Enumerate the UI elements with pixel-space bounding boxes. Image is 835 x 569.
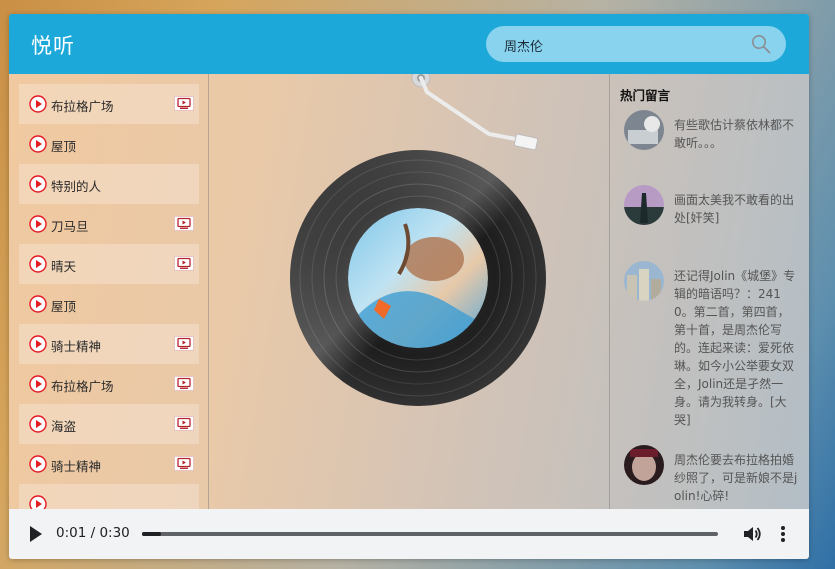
- play-circle-icon[interactable]: [29, 295, 47, 313]
- mv-icon[interactable]: [174, 96, 194, 111]
- song-title: 骑士精神: [51, 339, 102, 354]
- mv-icon[interactable]: [174, 256, 194, 271]
- avatar: [624, 261, 664, 301]
- song-item[interactable]: 屋顶: [19, 124, 199, 164]
- comment-text: 有些歌估计蔡依林都不敢听。。。: [674, 118, 795, 150]
- avatar: [624, 185, 664, 225]
- volume-icon[interactable]: [742, 524, 762, 544]
- song-title: 布拉格广场: [51, 99, 114, 114]
- tonearm: [411, 74, 539, 151]
- turntable-graphic: [290, 74, 546, 406]
- play-circle-icon[interactable]: [29, 215, 47, 233]
- song-title: 骑士精神: [51, 459, 102, 474]
- search-input[interactable]: [502, 33, 736, 57]
- mv-icon[interactable]: [174, 456, 194, 471]
- mv-icon[interactable]: [174, 336, 194, 351]
- header-bar: 悦听: [9, 14, 809, 74]
- song-item[interactable]: 刀马旦: [19, 204, 199, 244]
- hot-comments-panel: 热门留言 有些歌估计蔡依林都不敢听。。。 画面太美我不敢看的出处[奸笑] 还记得…: [609, 74, 809, 509]
- song-item[interactable]: 晴天: [19, 244, 199, 284]
- audio-player: 0:01 / 0:30: [9, 509, 809, 559]
- search-icon[interactable]: [751, 34, 771, 54]
- avatar: [624, 110, 664, 150]
- mv-icon[interactable]: [174, 216, 194, 231]
- comments-title: 热门留言: [620, 88, 671, 103]
- app-logo: 悦听: [31, 34, 75, 58]
- song-item[interactable]: [19, 484, 199, 509]
- play-circle-icon[interactable]: [29, 375, 47, 393]
- comment-text: 画面太美我不敢看的出处[奸笑]: [674, 193, 795, 225]
- song-title: 海盗: [51, 419, 77, 434]
- time-display: 0:01 / 0:30: [56, 525, 130, 541]
- play-circle-icon[interactable]: [29, 495, 47, 509]
- song-title: 屋顶: [51, 139, 77, 154]
- play-circle-icon[interactable]: [29, 455, 47, 473]
- song-list: 布拉格广场 屋顶 特别的人 刀马旦 晴天 屋顶 骑士精神 布拉格广场 海盗 骑士…: [9, 74, 209, 509]
- play-circle-icon[interactable]: [29, 415, 47, 433]
- song-title: 屋顶: [51, 299, 77, 314]
- more-options-icon[interactable]: [779, 524, 787, 544]
- song-item[interactable]: 特别的人: [19, 164, 199, 204]
- mv-icon[interactable]: [174, 416, 194, 431]
- play-circle-icon[interactable]: [29, 135, 47, 153]
- song-item[interactable]: 屋顶: [19, 284, 199, 324]
- song-item[interactable]: 骑士精神: [19, 444, 199, 484]
- progress-bar[interactable]: [142, 532, 718, 536]
- play-button[interactable]: [29, 525, 43, 543]
- mv-icon[interactable]: [174, 376, 194, 391]
- song-item[interactable]: 布拉格广场: [19, 364, 199, 404]
- record-stage: [209, 74, 609, 509]
- song-item[interactable]: 海盗: [19, 404, 199, 444]
- song-item[interactable]: 布拉格广场: [19, 84, 199, 124]
- play-circle-icon[interactable]: [29, 95, 47, 113]
- search-box: [486, 26, 786, 62]
- song-item[interactable]: 骑士精神: [19, 324, 199, 364]
- song-title: 布拉格广场: [51, 379, 114, 394]
- play-circle-icon[interactable]: [29, 335, 47, 353]
- comment-text: 周杰伦要去布拉格拍婚纱照了，可是新娘不是jolin!心碎!: [674, 453, 798, 503]
- play-circle-icon[interactable]: [29, 255, 47, 273]
- song-title: 刀马旦: [51, 219, 89, 234]
- play-circle-icon[interactable]: [29, 175, 47, 193]
- song-title: 特别的人: [51, 179, 102, 194]
- music-player-app: 悦听 布拉格广场 屋顶 特别的人: [9, 14, 809, 559]
- song-title: 晴天: [51, 259, 77, 274]
- avatar: [624, 445, 664, 485]
- comment-text: 还记得Jolin《城堡》专辑的暗语吗？：2410。第二首，第四首，第十首，是周杰…: [674, 269, 796, 427]
- main-content: 布拉格广场 屋顶 特别的人 刀马旦 晴天 屋顶 骑士精神 布拉格广场 海盗 骑士…: [9, 74, 809, 509]
- progress-fill: [142, 532, 161, 536]
